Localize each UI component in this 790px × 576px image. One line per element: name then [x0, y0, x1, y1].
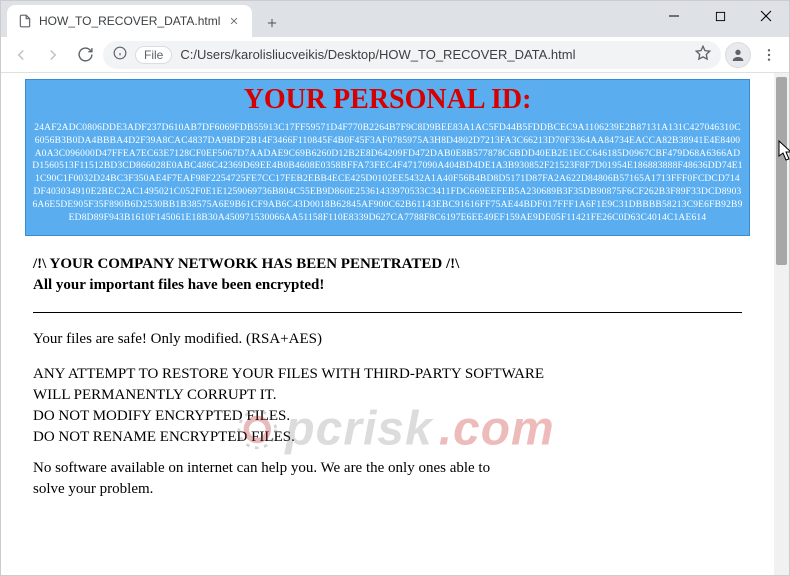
instruction-line: WILL PERMANENTLY CORRUPT IT.: [33, 387, 742, 404]
files-safe-line: Your files are safe! Only modified. (RSA…: [33, 331, 742, 348]
forward-button[interactable]: [39, 41, 67, 69]
warning-line-2: All your important files have been encry…: [33, 277, 742, 294]
divider: [33, 312, 742, 313]
tab-close-button[interactable]: [226, 13, 242, 29]
page-content: YOUR PERSONAL ID: 24AF2ADC0806DDE3ADF237…: [1, 73, 774, 575]
tab-strip: HOW_TO_RECOVER_DATA.html: [1, 1, 286, 37]
window-controls: [651, 1, 789, 31]
toolbar: File C:/Users/karolisliucveikis/Desktop/…: [1, 37, 789, 73]
maximize-button[interactable]: [697, 1, 743, 31]
browser-tab[interactable]: HOW_TO_RECOVER_DATA.html: [7, 5, 252, 37]
footer-line: solve your problem.: [33, 481, 742, 498]
personal-id-heading: YOUR PERSONAL ID:: [32, 84, 743, 116]
file-icon: [17, 13, 33, 29]
browser-window: HOW_TO_RECOVER_DATA.html: [0, 0, 790, 576]
url-scheme-chip: File: [135, 46, 172, 64]
personal-id-box: YOUR PERSONAL ID: 24AF2ADC0806DDE3ADF237…: [25, 79, 750, 236]
instruction-line: DO NOT RENAME ENCRYPTED FILES.: [33, 429, 742, 446]
tab-title: HOW_TO_RECOVER_DATA.html: [39, 14, 220, 28]
scrollbar-thumb[interactable]: [776, 77, 787, 265]
info-icon: [113, 46, 127, 63]
footer-block: No software available on internet can he…: [33, 460, 742, 498]
scrollbar-track[interactable]: [774, 73, 789, 575]
warning-line-1: /!\ YOUR COMPANY NETWORK HAS BEEN PENETR…: [33, 256, 742, 273]
instructions-block: ANY ATTEMPT TO RESTORE YOUR FILES WITH T…: [33, 366, 742, 446]
kebab-menu-button[interactable]: [755, 41, 783, 69]
instruction-line: DO NOT MODIFY ENCRYPTED FILES.: [33, 408, 742, 425]
new-tab-button[interactable]: [258, 9, 286, 37]
instruction-line: ANY ATTEMPT TO RESTORE YOUR FILES WITH T…: [33, 366, 742, 383]
personal-id-value: 24AF2ADC0806DDE3ADF237D610AB7DF6069FDB55…: [32, 122, 743, 225]
back-button[interactable]: [7, 41, 35, 69]
close-window-button[interactable]: [743, 1, 789, 31]
address-bar[interactable]: File C:/Users/karolisliucveikis/Desktop/…: [103, 41, 721, 69]
minimize-button[interactable]: [651, 1, 697, 31]
footer-line: No software available on internet can he…: [33, 460, 742, 477]
titlebar: HOW_TO_RECOVER_DATA.html: [1, 1, 789, 37]
reload-button[interactable]: [71, 41, 99, 69]
profile-avatar[interactable]: [725, 42, 751, 68]
bookmark-star-icon[interactable]: [695, 45, 711, 64]
ransom-body: /!\ YOUR COMPANY NETWORK HAS BEEN PENETR…: [25, 236, 750, 498]
url-text: C:/Users/karolisliucveikis/Desktop/HOW_T…: [180, 47, 687, 62]
content-area: YOUR PERSONAL ID: 24AF2ADC0806DDE3ADF237…: [1, 73, 789, 575]
